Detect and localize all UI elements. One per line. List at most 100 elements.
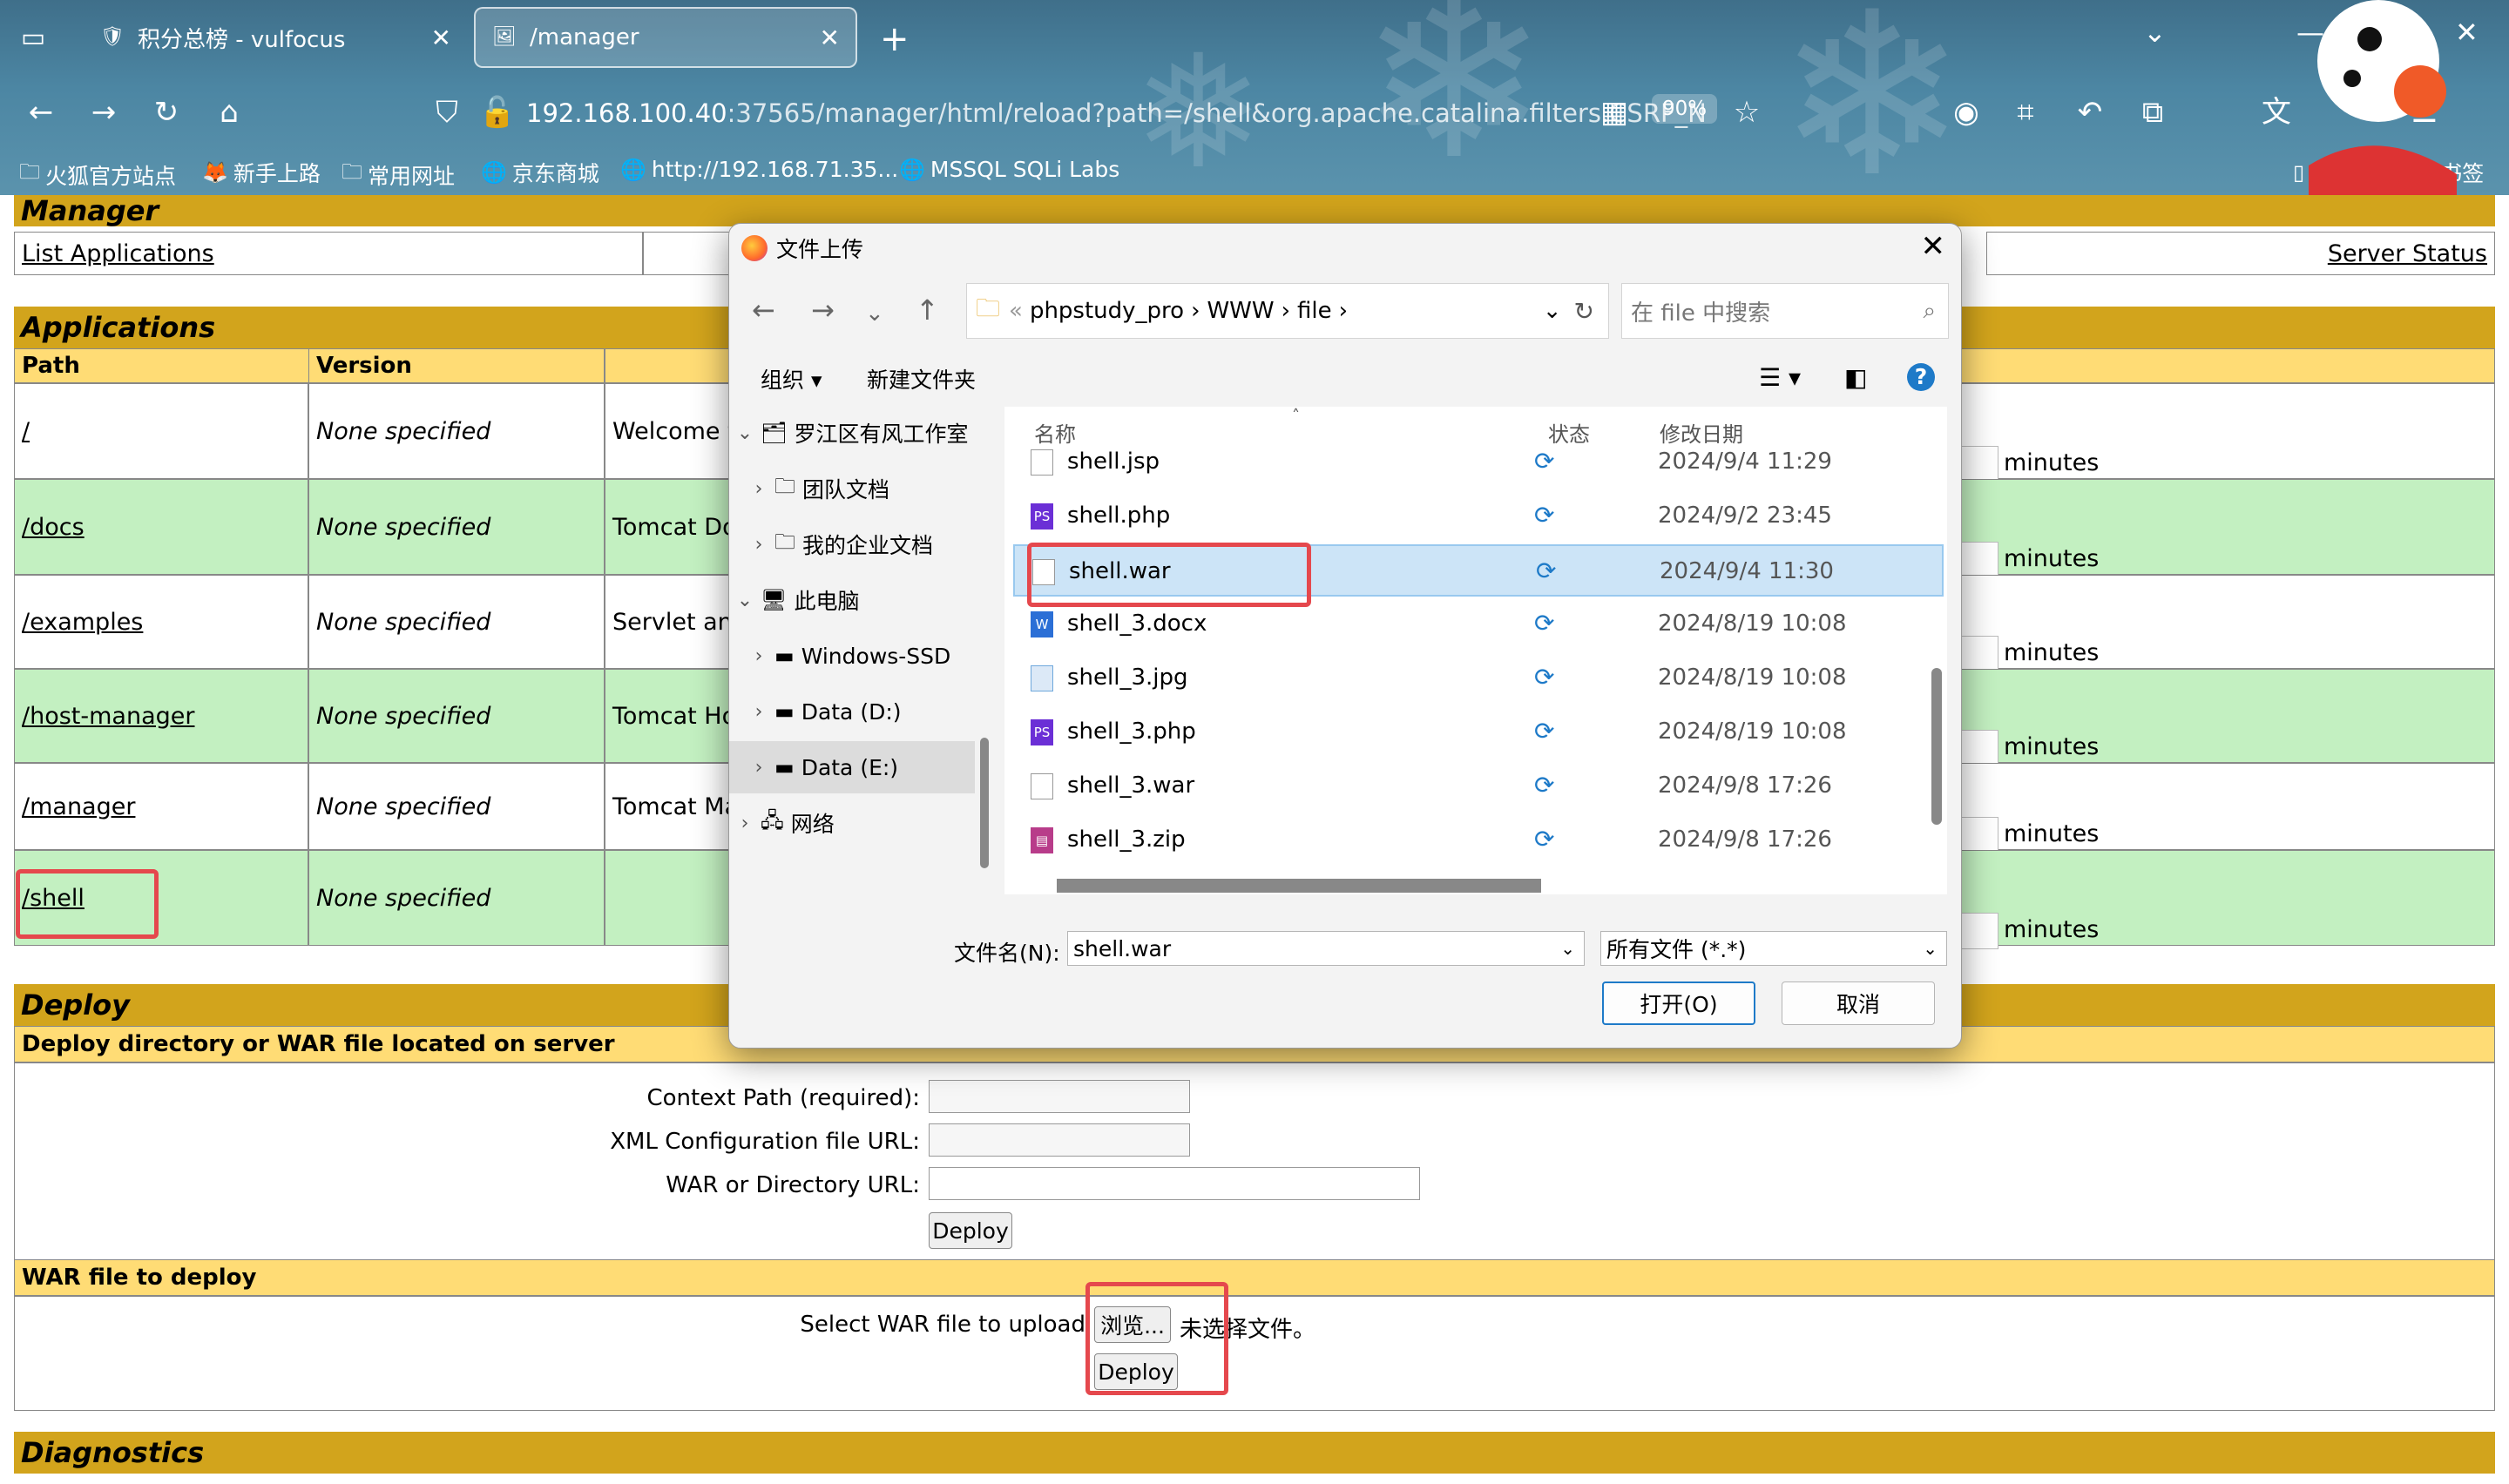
sync-icon: ⟳ — [1534, 771, 1555, 799]
breadcrumb-segment[interactable]: phpstudy_pro — [1030, 298, 1184, 324]
tree-item[interactable]: › ▬ Data (E:) — [729, 741, 975, 793]
close-icon[interactable]: ✕ — [820, 24, 840, 52]
bookmark-item[interactable]: 🗀 常用网址 — [342, 157, 455, 192]
file-name: shell.php — [1067, 503, 1171, 529]
qr-code-icon[interactable]: ▦ — [1594, 92, 1634, 132]
tree-item[interactable]: ⌄ 🗂 罗江区有风工作室 — [729, 407, 975, 459]
organize-menu[interactable]: 组织 ▾ — [761, 363, 822, 395]
account-icon[interactable]: ◉ — [1946, 92, 1986, 132]
tab-manager[interactable]: 🖼 /manager ✕ — [474, 7, 857, 68]
reload-icon[interactable]: ↻ — [146, 92, 186, 132]
bookmark-item[interactable]: 🗀 火狐官方站点 — [19, 157, 176, 192]
chevron-down-icon[interactable]: ⌄ — [1543, 298, 1562, 324]
url-field[interactable]: 192.168.100.40 :37565/manager/html/reloa… — [526, 91, 1707, 136]
help-icon[interactable]: ? — [1907, 363, 1935, 391]
context-path-input[interactable] — [929, 1080, 1190, 1113]
view-options-icon[interactable]: ☰ ▾ — [1759, 363, 1801, 392]
bookmark-item[interactable]: 🌐 http://192.168.71.35... — [620, 157, 898, 182]
app-path-link[interactable]: / — [22, 418, 30, 445]
expire-minutes-input[interactable] — [1958, 913, 1998, 949]
expire-minutes-input[interactable] — [1958, 542, 1998, 578]
tab-vulfocus[interactable]: 🛡 积分总榜 - vulfocus ✕ — [84, 7, 467, 68]
deploy-server-button[interactable]: Deploy — [929, 1212, 1012, 1249]
search-input[interactable]: 在 file 中搜索 ⌕ — [1621, 283, 1949, 339]
back-icon[interactable]: ← — [752, 293, 775, 327]
war-dir-input[interactable] — [929, 1167, 1420, 1200]
app-version-cell: None specified — [308, 383, 605, 479]
undo-icon[interactable]: ↶ — [2070, 92, 2110, 132]
extensions-icon[interactable]: ⧉ — [2133, 92, 2173, 132]
chevron-down-icon: ⌄ — [736, 589, 754, 611]
new-tab-icon[interactable]: + — [880, 19, 910, 59]
back-icon[interactable]: ← — [21, 92, 61, 132]
app-path-link[interactable]: /docs — [22, 514, 85, 541]
expire-minutes-input[interactable] — [1958, 636, 1998, 672]
chevron-right-icon: › — [754, 533, 763, 556]
breadcrumb-segment[interactable]: WWW — [1207, 298, 1274, 324]
tree-scrollbar[interactable] — [980, 738, 989, 868]
bookmark-star-icon[interactable]: ☆ — [1727, 92, 1767, 132]
tab-list-icon[interactable]: ▭ — [16, 21, 51, 56]
highlight-shell-path — [16, 869, 159, 939]
zoom-level[interactable]: 90% — [1652, 94, 1718, 124]
expire-minutes-input[interactable] — [1958, 730, 1998, 766]
open-button[interactable]: 打开(O) — [1602, 981, 1755, 1025]
file-row[interactable]: shell_3.jpg ⟳ 2024/8/19 10:08 — [1013, 652, 1944, 705]
file-list-scrollbar[interactable] — [1931, 668, 1942, 825]
browser-chrome: ❄ ❄ ❅ ▭ 🛡 积分总榜 - vulfocus ✕ 🖼 /manager ✕… — [0, 0, 2509, 195]
up-icon[interactable]: ↑ — [916, 293, 939, 327]
tree-item[interactable]: › 🗀 团队文档 — [729, 462, 975, 515]
new-folder-button[interactable]: 新建文件夹 — [867, 363, 976, 395]
preview-pane-icon[interactable]: ◧ — [1844, 363, 1867, 392]
app-path-link[interactable]: /examples — [22, 609, 143, 636]
tree-item[interactable]: › ▬ Windows-SSD — [729, 630, 975, 682]
tree-item[interactable]: › 🗀 我的企业文档 — [729, 518, 975, 570]
computer-icon: 🖥 — [761, 588, 788, 612]
file-row[interactable]: PS shell.php ⟳ 2024/9/2 23:45 — [1013, 490, 1944, 543]
forward-icon[interactable]: → — [84, 92, 124, 132]
refresh-icon[interactable]: ↻ — [1574, 297, 1594, 326]
expire-minutes-input[interactable] — [1958, 817, 1998, 853]
list-applications-link[interactable]: List Applications — [22, 240, 214, 267]
horizontal-scrollbar[interactable] — [1057, 879, 1541, 893]
tree-item[interactable]: › ▬ Data (D:) — [729, 685, 975, 738]
filename-input[interactable]: shell.war ⌄ — [1067, 931, 1585, 966]
close-icon[interactable]: ✕ — [1921, 229, 1946, 264]
server-status-link[interactable]: Server Status — [2328, 240, 2487, 267]
file-icon — [1031, 773, 1053, 799]
filetype-select[interactable]: 所有文件 (*.*) ⌄ — [1600, 931, 1947, 966]
minutes-label: minutes — [2004, 733, 2100, 760]
tree-item[interactable]: ⌄ 🖥 此电脑 — [729, 574, 975, 626]
app-path-cell: /host-manager — [14, 669, 308, 763]
drive-icon: ▬ — [774, 755, 795, 779]
file-row[interactable]: shell.jsp ⟳ 2024/9/4 11:29 — [1013, 436, 1944, 489]
file-row[interactable]: shell_3.war ⟳ 2024/9/8 17:26 — [1013, 760, 1944, 813]
tree-item[interactable]: › 🖧 网络 — [729, 797, 975, 849]
home-icon[interactable]: ⌂ — [209, 92, 249, 132]
bookmark-item[interactable]: 🦊 新手上路 — [202, 157, 321, 188]
cancel-button[interactable]: 取消 — [1782, 981, 1935, 1025]
address-bar[interactable]: 🗀 « phpstudy_pro › WWW › file › ⌄ ↻ — [966, 283, 1609, 339]
bookmark-item[interactable]: 🌐 MSSQL SQLi Labs — [899, 157, 1119, 182]
forward-icon[interactable]: → — [811, 293, 835, 327]
file-row[interactable]: ▤ shell_3.zip ⟳ 2024/9/8 17:26 — [1013, 814, 1944, 867]
shield-icon[interactable]: ⛉ — [427, 92, 467, 132]
dialog-title: 文件上传 — [776, 237, 864, 262]
insecure-lock-icon[interactable]: 🔓 — [477, 92, 517, 132]
chevron-down-icon[interactable]: ⌄ — [865, 300, 884, 327]
bookmark-item[interactable]: 🌐 京东商城 — [481, 157, 599, 188]
chevron-down-icon[interactable]: ⌄ — [2143, 16, 2167, 49]
tree-label: 此电脑 — [794, 589, 860, 614]
breadcrumb-segment[interactable]: file — [1297, 298, 1332, 324]
chevron-right-icon: › — [754, 477, 763, 500]
chevron-down-icon[interactable]: ⌄ — [1560, 938, 1575, 959]
file-row[interactable]: PS shell_3.php ⟳ 2024/8/19 10:08 — [1013, 706, 1944, 759]
expire-minutes-input[interactable] — [1958, 446, 1998, 482]
drive-icon: ▬ — [774, 699, 795, 724]
xml-config-input[interactable] — [929, 1123, 1190, 1157]
app-path-link[interactable]: /host-manager — [22, 703, 194, 730]
close-icon[interactable]: ✕ — [431, 24, 451, 52]
crop-icon[interactable]: ⌗ — [2005, 92, 2046, 132]
app-path-link[interactable]: /manager — [22, 793, 135, 820]
app-version-cell: None specified — [308, 763, 605, 850]
